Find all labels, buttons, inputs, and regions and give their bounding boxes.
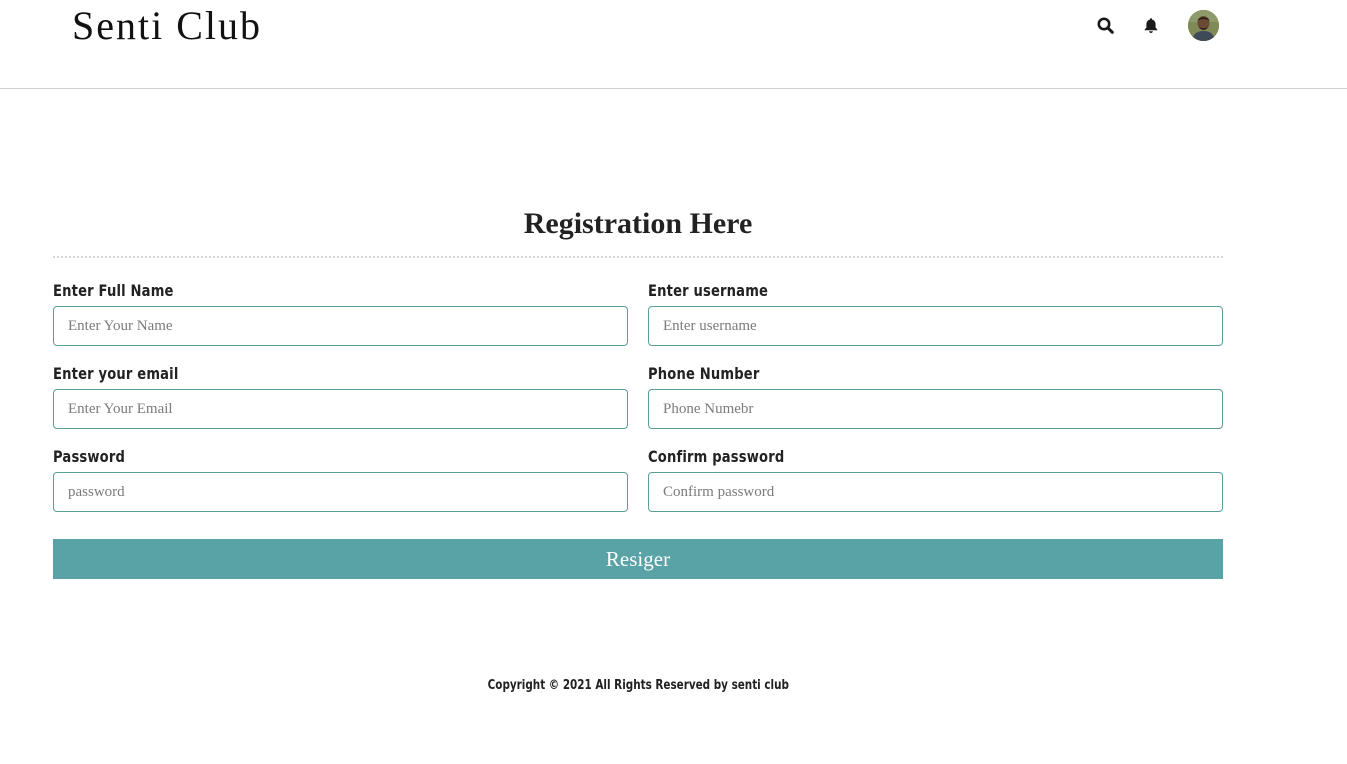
title-divider bbox=[53, 256, 1223, 258]
phone-label: Phone Number bbox=[648, 364, 760, 383]
user-avatar[interactable] bbox=[1188, 10, 1219, 41]
search-icon[interactable] bbox=[1090, 10, 1120, 40]
full-name-label: Enter Full Name bbox=[53, 281, 174, 300]
password-label: Password bbox=[53, 447, 126, 466]
confirm-password-label: Confirm password bbox=[648, 447, 785, 466]
bell-icon[interactable] bbox=[1136, 10, 1166, 40]
copyright-text: Copyright © 2021 All Rights Reserved by … bbox=[487, 678, 790, 693]
username-label: Enter username bbox=[648, 281, 769, 300]
username-input[interactable] bbox=[648, 306, 1223, 346]
password-input[interactable] bbox=[53, 472, 628, 512]
brand-logo[interactable]: Senti Club bbox=[72, 3, 262, 49]
full-name-input[interactable] bbox=[53, 306, 628, 346]
phone-input[interactable] bbox=[648, 389, 1223, 429]
page-title: Registration Here bbox=[523, 207, 753, 240]
confirm-password-input[interactable] bbox=[648, 472, 1223, 512]
email-input[interactable] bbox=[53, 389, 628, 429]
footer: Copyright © 2021 All Rights Reserved by … bbox=[0, 676, 1277, 696]
register-button[interactable]: Resiger bbox=[53, 539, 1223, 579]
email-label: Enter your email bbox=[53, 364, 179, 383]
top-navbar: Senti Club bbox=[0, 0, 1347, 89]
